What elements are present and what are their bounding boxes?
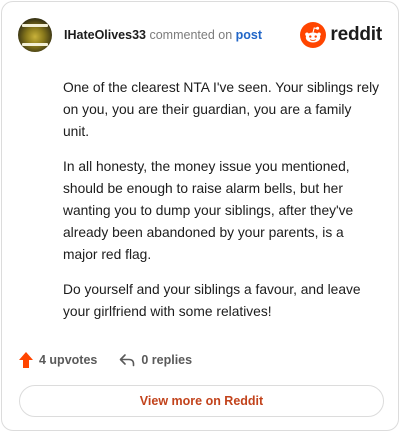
commented-text: commented on xyxy=(149,28,233,42)
comment-paragraph: Do yourself and your siblings a favour, … xyxy=(63,282,361,319)
comment-body: One of the clearest NTA I've seen. Your … xyxy=(63,77,381,336)
reply-arrow-icon xyxy=(120,354,135,367)
embedded-comment-card: IHateOlives33 commented on post reddit O… xyxy=(1,1,399,431)
comment-paragraph: One of the clearest NTA I've seen. Your … xyxy=(63,80,380,139)
upvote-count: 4 upvotes xyxy=(39,353,98,367)
byline: IHateOlives33 commented on post xyxy=(64,28,262,42)
upvote-arrow-icon xyxy=(19,352,33,368)
reddit-logo-icon xyxy=(300,22,327,48)
comment-header: IHateOlives33 commented on post reddit xyxy=(18,18,382,54)
reply-count: 0 replies xyxy=(141,353,193,367)
post-link[interactable]: post xyxy=(236,28,262,42)
avatar[interactable] xyxy=(18,18,52,52)
replies-button[interactable]: 0 replies xyxy=(119,353,192,367)
reddit-logo[interactable]: reddit xyxy=(300,22,382,48)
comment-paragraph: In all honesty, the money issue you ment… xyxy=(63,159,354,262)
view-more-button[interactable]: View more on Reddit xyxy=(19,385,384,417)
comment-actions: 4 upvotes 0 replies xyxy=(19,350,192,370)
upvote-button[interactable]: 4 upvotes xyxy=(19,352,97,368)
reddit-wordmark: reddit xyxy=(330,24,382,45)
username-link[interactable]: IHateOlives33 xyxy=(64,28,146,42)
